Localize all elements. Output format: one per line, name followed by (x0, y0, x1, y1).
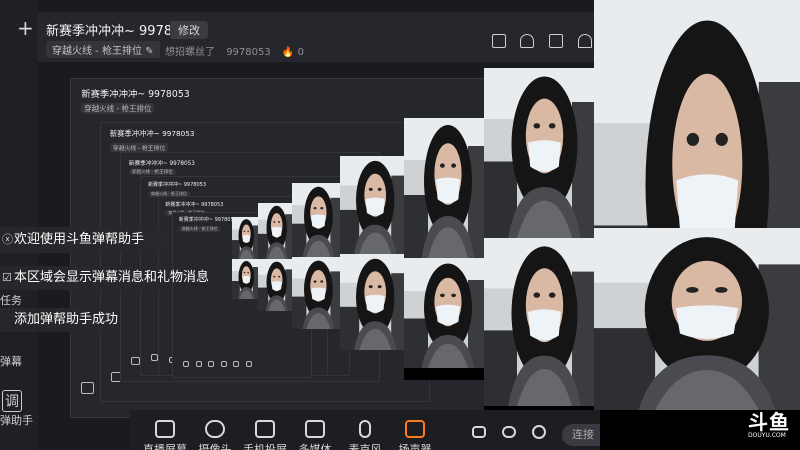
preview-toolbar-icon (233, 361, 240, 368)
preview-title: 新赛季冲冲冲~ 9978053 (109, 128, 195, 138)
preview-toolbar-icon (208, 361, 215, 368)
camera-tile (593, 228, 800, 410)
speaker-icon (405, 420, 425, 438)
info-notice: ☑ 本区域会显示弹幕消息和礼物消息 (0, 266, 209, 290)
stream-capture-stage: + 新赛季冲冲冲~ 9978053 修改 穿越火线 - 枪王排位 ✎ 想招螺丝了… (0, 0, 800, 450)
douyu-logo: 斗鱼 (748, 410, 790, 434)
room-id: 9978053 (226, 47, 271, 58)
preview-title: 新赛季冲冲冲~ 9978053 (81, 88, 190, 100)
connect-button[interactable]: 连接 (562, 424, 600, 446)
media-icon (305, 420, 325, 438)
preview-toolbar-icon (131, 356, 140, 365)
info-icon: ☑ (2, 271, 12, 284)
camera-tile (232, 217, 258, 259)
bell-icon[interactable] (578, 34, 592, 48)
phone-cast-icon (255, 420, 275, 438)
camera-tile (258, 259, 292, 311)
preview-toolbar-icon (183, 361, 189, 368)
speaker-button[interactable]: 扬声器 (390, 420, 440, 450)
camera-tile (340, 156, 404, 254)
preview-toolbar-icon (246, 361, 252, 368)
add-scene-button[interactable]: + (17, 16, 34, 40)
preview-category: 穿越火线 - 枪王排位 (81, 103, 155, 115)
camera-icon (205, 420, 225, 438)
sidebar (0, 0, 38, 450)
camera-tile (292, 183, 340, 257)
preview-title: 新赛季冲冲冲~ 9978053 (147, 182, 207, 189)
camera-tile (484, 238, 594, 406)
preview-title: 新赛季冲冲冲~ 9978053 (178, 217, 237, 224)
square-icon[interactable] (470, 426, 488, 438)
preview-category: 穿越火线 - 枪王排位 (128, 168, 176, 175)
microphone-icon (359, 420, 371, 438)
camera-tile (232, 259, 258, 299)
media-button[interactable]: 多媒体 (290, 420, 340, 450)
sidebar-label-danmu[interactable]: 弹幕 (0, 353, 22, 369)
camera-tile (404, 258, 484, 368)
screen-share-button[interactable]: 直播屏幕 (140, 420, 190, 450)
fire-icon: 🔥 (281, 47, 295, 58)
success-notice: 添加弹帮助手成功 (0, 308, 118, 332)
camera-tile (292, 257, 340, 329)
welcome-notice: ⓧ 欢迎使用斗鱼弹帮助手 (0, 227, 172, 253)
camera-tile (340, 254, 404, 350)
box-icon[interactable] (492, 34, 506, 48)
settings-icon[interactable] (530, 425, 548, 439)
status-text: 想招螺丝了 (165, 47, 215, 58)
camera-tile (404, 118, 484, 258)
preview-toolbar-icon (81, 382, 94, 394)
preview-toolbar-icon (195, 361, 202, 368)
stream-meta: 想招螺丝了 9978053 🔥 0 (165, 43, 304, 58)
microphone-button[interactable]: 麦克风 (340, 420, 390, 450)
preview-toolbar-icon (220, 361, 227, 368)
preview-title: 新赛季冲冲冲~ 9978053 (128, 160, 195, 167)
eye-icon[interactable] (500, 426, 518, 438)
phone-cast-button[interactable]: 手机投屏 (240, 420, 290, 450)
close-icon[interactable]: ⓧ (2, 227, 13, 253)
pencil-icon: ✎ (145, 46, 154, 57)
sidebar-label-helper[interactable]: 弹助手 (0, 412, 33, 428)
douyu-url: DOUYU.COM (748, 432, 786, 439)
edit-title-button[interactable]: 修改 (170, 21, 208, 39)
black-bar (404, 368, 484, 380)
screen-share-icon (155, 420, 175, 438)
lock-icon[interactable] (520, 34, 534, 48)
sidebar-icon-tune[interactable]: 调 (2, 390, 22, 412)
camera-tile (258, 203, 292, 259)
preview-category: 穿越火线 - 枪王排位 (109, 142, 169, 152)
preview-title: 新赛季冲冲冲~ 9978053 (165, 201, 224, 208)
camera-button[interactable]: 摄像头 (190, 420, 240, 450)
category-label: 穿越火线 - 枪王排位 (52, 46, 142, 57)
save-icon[interactable] (549, 34, 563, 48)
heat-count: 0 (297, 47, 304, 58)
camera-tile (484, 68, 594, 238)
category-tag[interactable]: 穿越火线 - 枪王排位 ✎ (46, 41, 160, 58)
preview-category: 穿越火线 - 枪王排位 (178, 225, 221, 232)
sidebar-label-task[interactable]: 任务 (0, 292, 22, 308)
